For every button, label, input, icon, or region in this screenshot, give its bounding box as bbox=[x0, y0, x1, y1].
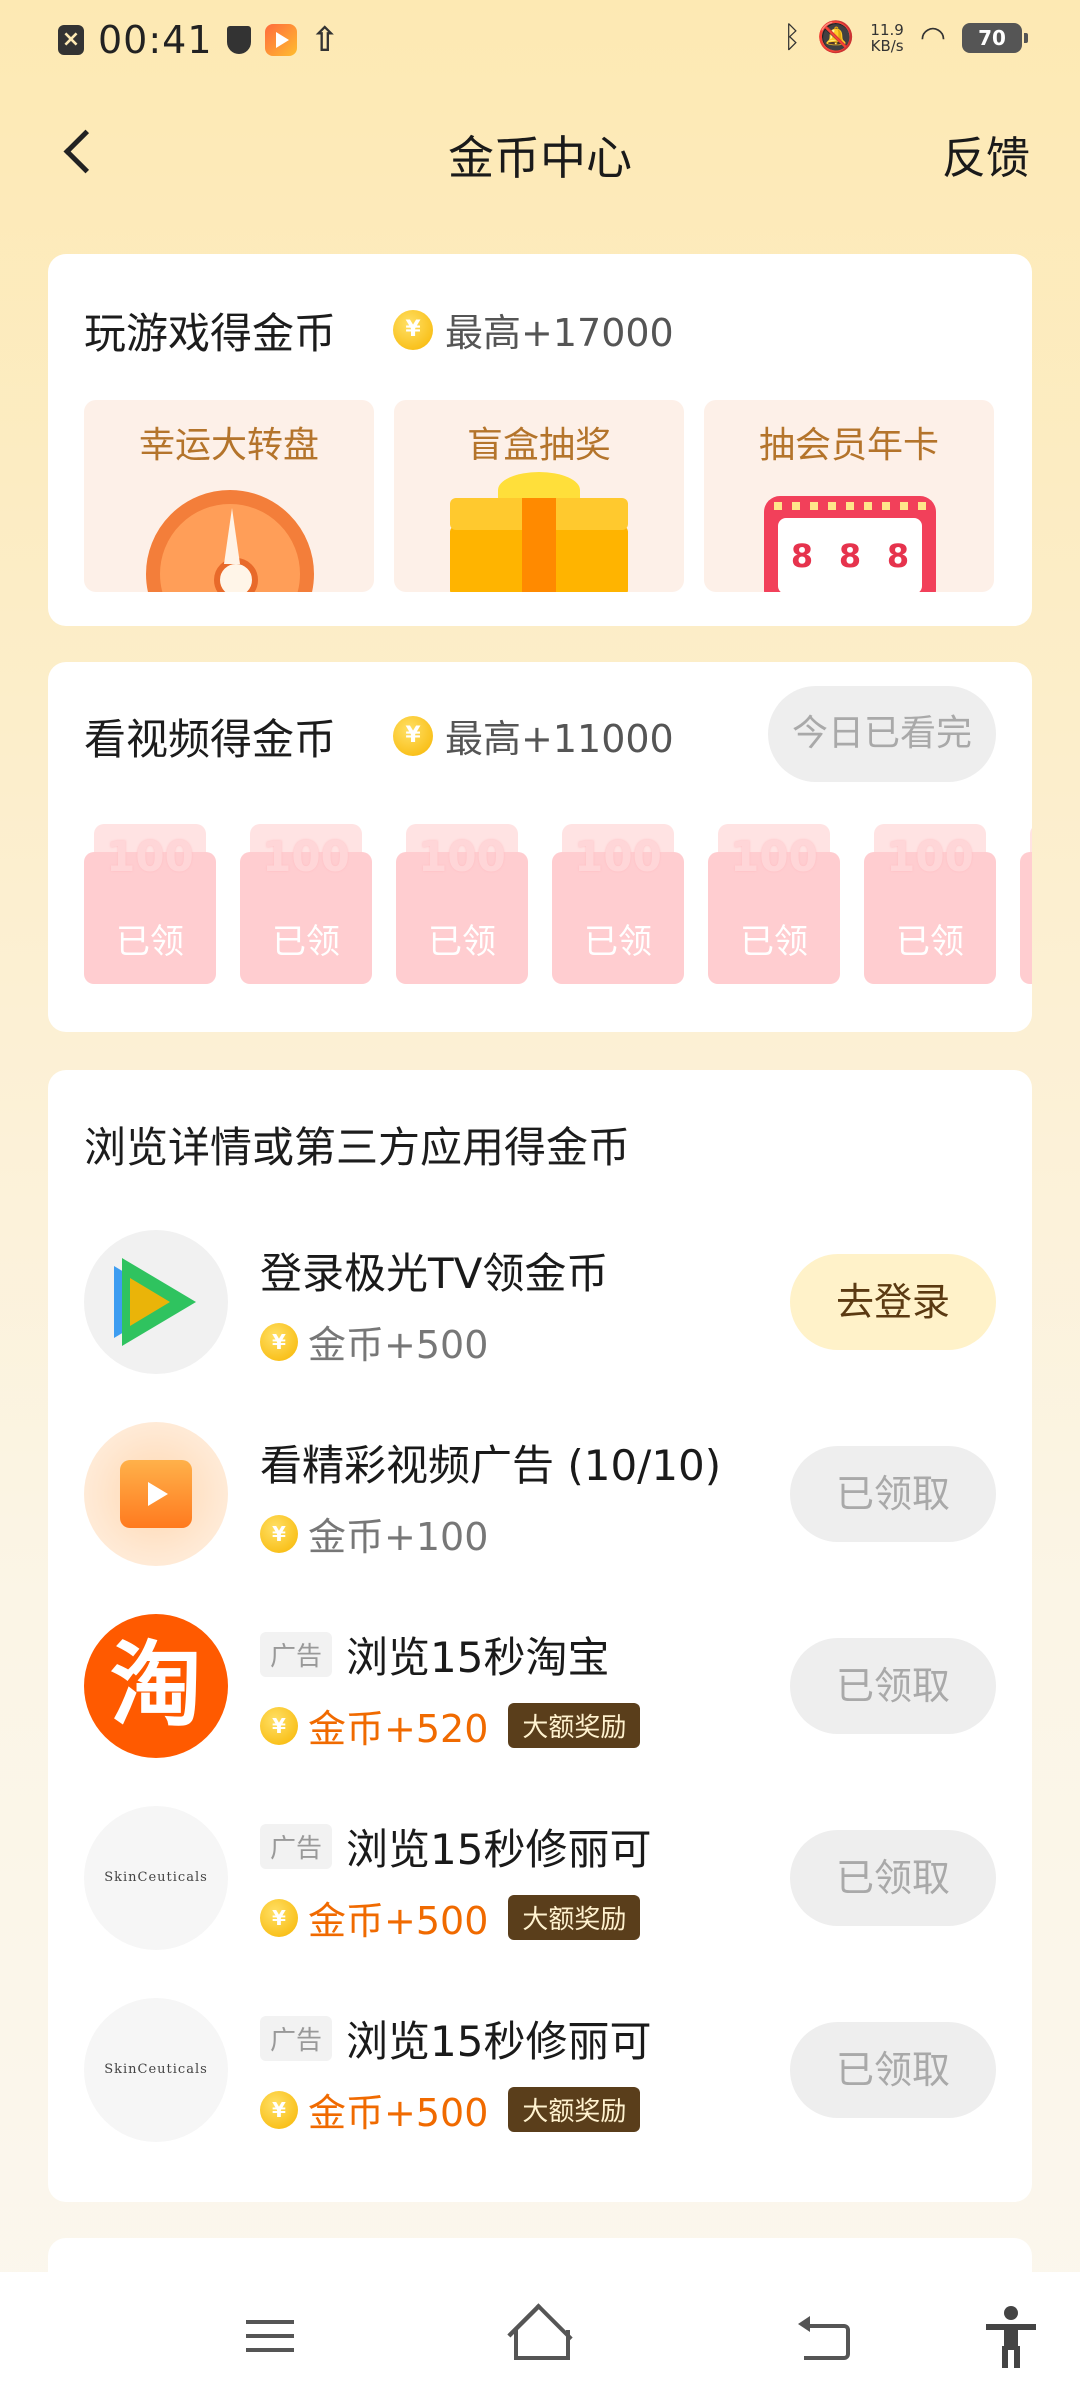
upload-icon: ⇧ bbox=[310, 20, 340, 60]
task-row-taobao: 淘 广告 浏览15秒淘宝 ¥ 金币+520 大额奖励 已领取 bbox=[84, 1614, 996, 1764]
videos-card: 看视频得金币 ¥ 最高+11000 今日已看完 100 已领 100 已领 10… bbox=[48, 662, 1032, 1032]
big-reward-badge: 大额奖励 bbox=[508, 1703, 641, 1748]
battery-icon: 70 bbox=[962, 22, 1028, 53]
page-title: 金币中心 bbox=[448, 131, 632, 185]
wheel-icon bbox=[146, 490, 314, 592]
reward-envelope[interactable]: 100 已领 bbox=[708, 824, 840, 984]
home-icon[interactable] bbox=[506, 2306, 570, 2366]
claimed-button[interactable]: 已领取 bbox=[790, 1446, 996, 1542]
browse-card: 浏览详情或第三方应用得金币 登录极光TV领金币 ¥ 金币+500 去登录 看精彩… bbox=[48, 1070, 1032, 2202]
shield-icon bbox=[226, 26, 251, 54]
claimed-button[interactable]: 已领取 bbox=[790, 1638, 996, 1734]
task-row-jiguang-tv: 登录极光TV领金币 ¥ 金币+500 去登录 bbox=[84, 1230, 996, 1380]
big-reward-badge: 大额奖励 bbox=[508, 2087, 641, 2132]
feedback-link[interactable]: 反馈 bbox=[942, 122, 1030, 186]
videos-title: 看视频得金币 bbox=[84, 715, 337, 764]
game-tile-label: 盲盒抽奖 bbox=[466, 425, 611, 466]
task-reward: ¥ 金币+500 bbox=[260, 1314, 488, 1369]
task-title: 广告 浏览15秒淘宝 bbox=[260, 1624, 609, 1685]
task-title: 看精彩视频广告 (10/10) bbox=[260, 1441, 722, 1490]
claimed-button[interactable]: 已领取 bbox=[790, 1830, 996, 1926]
game-tile-label: 抽会员年卡 bbox=[758, 425, 939, 466]
status-bar: × 00:41 ⇧ ᛒ 🔕 11.9 KB/s ◠ 70 bbox=[0, 0, 1080, 84]
bluetooth-icon: ᛒ bbox=[783, 20, 802, 55]
video-ad-icon bbox=[84, 1422, 228, 1566]
back-icon[interactable] bbox=[794, 2306, 854, 2366]
mute-bell-icon: 🔕 bbox=[817, 20, 855, 55]
reward-envelope[interactable]: 100 已领 bbox=[864, 824, 996, 984]
accessibility-icon[interactable] bbox=[980, 2306, 1040, 2368]
menu-icon[interactable] bbox=[240, 2306, 300, 2366]
reward-envelope-row[interactable]: 100 已领 100 已领 100 已领 100 已领 100 已领 100 已… bbox=[84, 824, 1032, 994]
taobao-icon: 淘 bbox=[84, 1614, 228, 1758]
header: 金币中心 反馈 bbox=[0, 100, 1080, 200]
game-tile-wheel[interactable]: 幸运大转盘 bbox=[84, 400, 374, 592]
task-title: 登录极光TV领金币 bbox=[260, 1249, 609, 1298]
video-app-icon bbox=[264, 24, 297, 56]
coin-icon: ¥ bbox=[260, 1322, 298, 1361]
coin-icon: ¥ bbox=[260, 2090, 298, 2129]
jiguang-tv-icon bbox=[84, 1230, 228, 1374]
game-tile-blindbox[interactable]: 盲盒抽奖 bbox=[394, 400, 684, 592]
watched-all-chip: 今日已看完 bbox=[768, 686, 996, 782]
games-title: 玩游戏得金币 bbox=[84, 309, 337, 358]
reward-envelope[interactable]: 100 已领 bbox=[552, 824, 684, 984]
task-reward: ¥ 金币+100 bbox=[260, 1506, 488, 1561]
task-title: 广告 浏览15秒修丽可 bbox=[260, 2008, 651, 2069]
coin-icon: ¥ bbox=[260, 1514, 298, 1553]
wifi-icon: ◠ bbox=[919, 20, 946, 55]
skinceuticals-icon: SkinCeuticals bbox=[84, 1806, 228, 1950]
slot-machine-icon: 8 8 8 bbox=[764, 496, 936, 592]
big-reward-badge: 大额奖励 bbox=[508, 1895, 641, 1940]
claimed-button[interactable]: 已领取 bbox=[790, 2022, 996, 2118]
task-row-skinceuticals: SkinCeuticals 广告 浏览15秒修丽可 ¥ 金币+500 大额奖励 … bbox=[84, 1998, 996, 2148]
skinceuticals-icon: SkinCeuticals bbox=[84, 1998, 228, 2142]
reward-envelope[interactable]: 100 已领 bbox=[84, 824, 216, 984]
videos-max-reward: ¥ 最高+11000 bbox=[393, 708, 674, 763]
coin-icon: ¥ bbox=[393, 309, 433, 350]
game-tile-label: 幸运大转盘 bbox=[138, 425, 319, 466]
login-button[interactable]: 去登录 bbox=[790, 1254, 996, 1350]
reward-envelope-partial[interactable] bbox=[1020, 824, 1032, 984]
status-time: 00:41 bbox=[98, 18, 213, 62]
task-title: 广告 浏览15秒修丽可 bbox=[260, 1816, 651, 1877]
coin-icon: ¥ bbox=[260, 1898, 298, 1937]
task-reward: ¥ 金币+500 大额奖励 bbox=[260, 1890, 641, 1945]
game-tile-membership[interactable]: 抽会员年卡 8 8 8 bbox=[704, 400, 994, 592]
task-reward: ¥ 金币+500 大额奖励 bbox=[260, 2082, 641, 2137]
games-max-reward: ¥ 最高+17000 bbox=[393, 302, 674, 357]
browse-title: 浏览详情或第三方应用得金币 bbox=[84, 1123, 631, 1172]
task-row-skinceuticals: SkinCeuticals 广告 浏览15秒修丽可 ¥ 金币+500 大额奖励 … bbox=[84, 1806, 996, 1956]
system-nav-bar bbox=[0, 2272, 1080, 2400]
ad-tag: 广告 bbox=[260, 2016, 333, 2061]
reward-envelope[interactable]: 100 已领 bbox=[240, 824, 372, 984]
ad-tag: 广告 bbox=[260, 1632, 333, 1677]
ad-tag: 广告 bbox=[260, 1824, 333, 1869]
coin-icon: ¥ bbox=[260, 1706, 298, 1745]
task-row-video-ad: 看精彩视频广告 (10/10) ¥ 金币+100 已领取 bbox=[84, 1422, 996, 1572]
task-reward: ¥ 金币+520 大额奖励 bbox=[260, 1698, 641, 1753]
net-speed: 11.9 KB/s bbox=[870, 20, 904, 55]
notification-x-icon: × bbox=[58, 25, 84, 55]
reward-envelope[interactable]: 100 已领 bbox=[396, 824, 528, 984]
coin-icon: ¥ bbox=[393, 715, 433, 756]
games-card: 玩游戏得金币 ¥ 最高+17000 幸运大转盘 盲盒抽奖 抽会员年卡 8 8 8 bbox=[48, 254, 1032, 626]
